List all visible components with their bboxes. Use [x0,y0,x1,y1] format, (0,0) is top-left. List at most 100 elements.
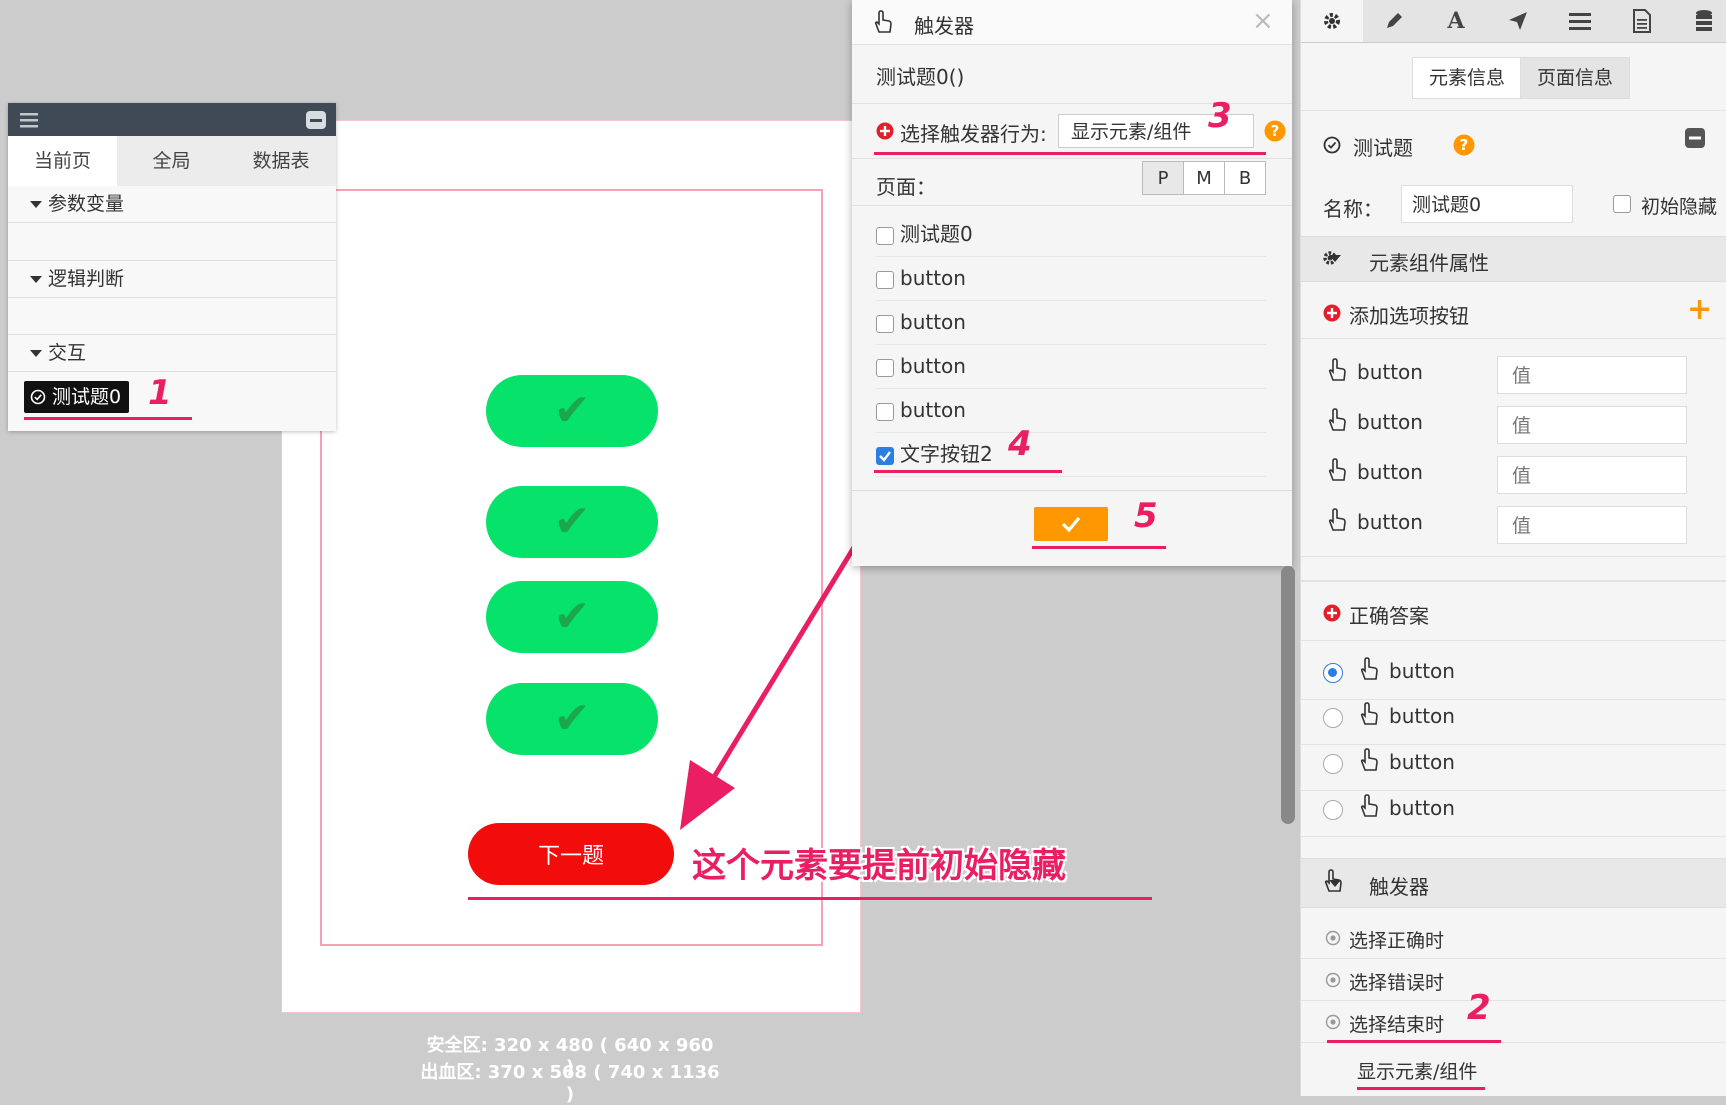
checkbox[interactable] [876,402,894,421]
caret-down-icon [1329,255,1341,262]
answer-label: button [1389,659,1455,683]
document-icon[interactable] [1611,0,1673,42]
correct-answer-label: 正确答案 [1349,604,1429,628]
checkbox[interactable] [876,358,894,377]
option-label: button [1357,510,1423,534]
trigger-dialog: 触发器 × 测试题0() 选择触发器行为: 显示元素/组件 ? 3 页面： P … [852,0,1292,566]
option-button[interactable]: ✔ [486,683,658,755]
checkmark-icon [1061,516,1081,533]
canvas-scrollbar[interactable] [1281,566,1295,824]
option-value-input[interactable]: 值 [1497,506,1687,544]
bleed-area-info: 出血区: 370 x 568 ( 740 x 1136 ) [420,1062,720,1105]
trigger-item[interactable]: 选择正确时 [1301,918,1726,959]
name-input[interactable]: 测试题0 [1401,185,1573,223]
object-label: button [900,266,966,290]
page-mode-b[interactable]: B [1224,161,1266,195]
text-icon[interactable]: A [1425,0,1487,42]
divider [1301,110,1726,111]
settings-icon[interactable] [1301,0,1363,42]
add-circle-icon [1323,604,1341,622]
hand-pointer-icon [1328,508,1346,531]
list-icon[interactable] [1549,0,1611,42]
option-value-input[interactable]: 值 [1497,456,1687,494]
pencil-icon[interactable] [1363,0,1425,42]
interaction-item-quiz[interactable]: 测试题0 [24,381,130,413]
dialog-subtitle: 测试题0() [876,65,965,89]
option-value-input[interactable]: 值 [1497,406,1687,444]
object-checkbox-item[interactable]: button [876,256,1266,301]
option-button[interactable]: ✔ [486,486,658,558]
radio[interactable] [1323,800,1343,820]
page-mode-p[interactable]: P [1142,161,1184,195]
menu-icon[interactable] [20,112,38,128]
checkbox[interactable] [876,226,894,245]
properties-panel: A 元素信息 页面信息 测试题 ? 名称： 测试题0 初始隐藏 元素组件属性 添… [1300,0,1726,1096]
option-button[interactable]: ✔ [486,581,658,653]
callout-underline [1327,1040,1501,1043]
next-question-button[interactable]: 下一题 [468,823,674,885]
checkbox-checked[interactable] [876,446,894,465]
database-icon[interactable] [1673,0,1726,42]
help-icon[interactable]: ? [1453,134,1475,156]
divider [1301,338,1726,339]
section-variables[interactable]: 参数变量 [8,186,336,223]
radio[interactable] [1323,754,1343,774]
check-icon: ✔ [553,496,591,547]
trigger-item[interactable]: 选择错误时 [1301,960,1726,1001]
dialog-title: 触发器 [914,14,974,38]
object-checkbox-item[interactable]: button [876,388,1266,433]
tab-element-info[interactable]: 元素信息 [1412,57,1522,99]
tab-current-page[interactable]: 当前页 [8,136,118,186]
section-logic[interactable]: 逻辑判断 [8,260,336,298]
radio-selected[interactable] [1323,663,1343,683]
object-checkbox-item[interactable]: 测试题0 [876,212,1266,257]
checkbox[interactable] [876,314,894,333]
collapse-icon[interactable] [1685,128,1705,148]
callout-number: 3 [1208,96,1232,136]
trigger-header[interactable]: 触发器 [1301,858,1726,908]
section-title: 元素组件属性 [1369,251,1489,275]
object-checkbox-item[interactable]: button [876,344,1266,389]
tab-global[interactable]: 全局 [117,136,226,186]
dialog-titlebar: 触发器 × [852,0,1292,45]
trigger-label: 选择正确时 [1349,930,1445,952]
divider [1301,640,1726,641]
initial-hidden-checkbox[interactable] [1613,195,1631,213]
tab-page-info[interactable]: 页面信息 [1520,57,1630,99]
answer-option[interactable]: button [1301,655,1726,700]
divider [1301,580,1726,582]
answer-option[interactable]: button [1301,700,1726,745]
trigger-label: 选择错误时 [1349,972,1445,994]
option-button[interactable]: ✔ [486,375,658,447]
page-mode-m[interactable]: M [1183,161,1225,195]
section-title: 触发器 [1369,875,1429,899]
properties-header[interactable]: 元素组件属性 [1301,236,1726,282]
initial-hidden-label: 初始隐藏 [1641,196,1718,218]
checkbox[interactable] [876,270,894,289]
option-value-input[interactable]: 值 [1497,356,1687,394]
confirm-button[interactable] [1034,507,1108,541]
object-label: 文字按钮2 [900,442,993,466]
answer-option[interactable]: button [1301,792,1726,837]
item-label: 测试题0 [52,386,122,408]
close-icon[interactable]: × [1252,6,1274,36]
check-icon: ✔ [553,385,591,436]
trigger-item[interactable]: 选择结束时 [1301,1002,1726,1043]
help-icon[interactable]: ? [1264,120,1286,142]
answer-label: button [1389,796,1455,820]
send-icon[interactable] [1487,0,1549,42]
section-label: 逻辑判断 [48,268,125,290]
radio[interactable] [1323,708,1343,728]
option-button-row: button 值 [1301,504,1726,552]
minimize-icon[interactable] [306,111,326,129]
hand-pointer-icon [1328,408,1346,431]
section-interaction[interactable]: 交互 [8,334,336,372]
tab-data-table[interactable]: 数据表 [226,136,336,186]
answer-option[interactable]: button [1301,746,1726,791]
hand-pointer-icon [1360,702,1378,725]
trigger-action-label[interactable]: 显示元素/组件 [1357,1057,1477,1084]
add-icon[interactable]: + [1687,292,1712,327]
radio-dot-icon [1325,1014,1341,1030]
object-checkbox-item[interactable]: button [876,300,1266,345]
callout-number: 4 [1008,424,1032,464]
